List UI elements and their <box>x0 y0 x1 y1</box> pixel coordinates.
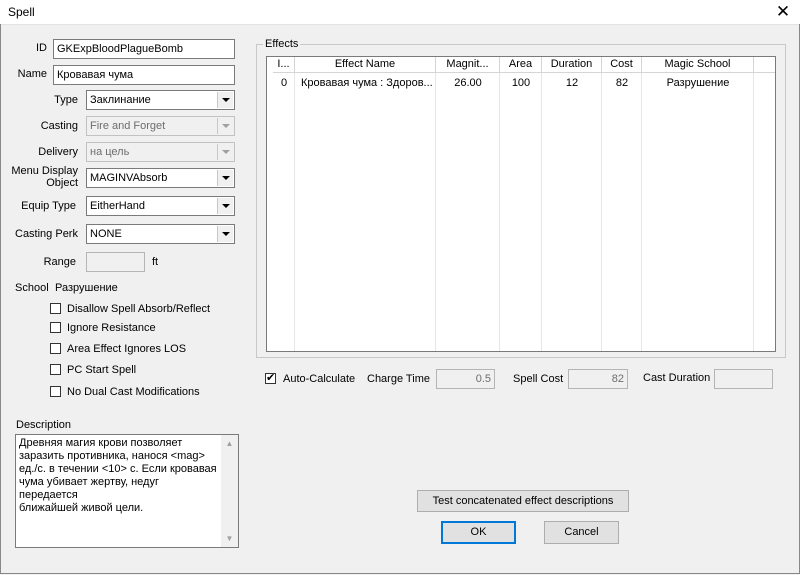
menu-display-label: Menu Display Object <box>11 165 78 189</box>
chevron-down-icon[interactable] <box>217 92 233 108</box>
equip-type-select[interactable]: EitherHand <box>86 196 235 216</box>
column-divider <box>753 73 754 351</box>
cell-cost: 82 <box>615 77 629 89</box>
range-unit: ft <box>152 256 159 268</box>
charge-time-field[interactable]: 0.5 <box>436 369 495 389</box>
ok-button[interactable]: OK <box>441 521 516 544</box>
test-descriptions-button[interactable]: Test concatenated effect descriptions <box>417 490 629 512</box>
column-header-cost[interactable]: Cost <box>602 57 642 73</box>
title-bar <box>0 0 800 25</box>
no-dual-cast-checkbox[interactable] <box>50 386 61 397</box>
cast-duration-label: Cast Duration <box>643 372 711 384</box>
delivery-select-value: на цель <box>90 146 130 158</box>
id-field[interactable]: GKExpBloodPlagueBomb <box>53 39 235 59</box>
chevron-down-icon[interactable] <box>217 118 233 134</box>
pc-start-spell-checkbox[interactable] <box>50 364 61 375</box>
column-header-magic-school[interactable]: Magic School <box>642 57 754 73</box>
disallow-absorb-label: Disallow Spell Absorb/Reflect <box>67 303 211 315</box>
no-dual-cast-label: No Dual Cast Modifications <box>67 386 200 398</box>
column-divider <box>294 73 295 351</box>
description-textarea[interactable]: Древняя магия крови позволяет заразить п… <box>15 434 239 548</box>
type-label: Type <box>54 94 78 106</box>
casting-perk-select[interactable]: NONE <box>86 224 235 244</box>
effects-list[interactable]: I... Effect Name Magnit... Area Duration… <box>266 56 776 352</box>
school-value: Разрушение <box>55 282 118 294</box>
description-text: Древняя магия крови позволяет заразить п… <box>19 437 217 514</box>
description-scrollbar[interactable]: ▲ ▼ <box>221 435 238 547</box>
scroll-up-icon[interactable]: ▲ <box>221 435 238 452</box>
disallow-absorb-checkbox[interactable] <box>50 303 61 314</box>
column-header-magnitude[interactable]: Magnit... <box>436 57 500 73</box>
spell-cost-label: Spell Cost <box>513 373 564 385</box>
type-select[interactable]: Заклинание <box>86 90 235 110</box>
window-title: Spell <box>8 5 35 19</box>
chevron-down-icon[interactable] <box>217 226 233 242</box>
menu-display-select[interactable]: MAGINVAbsorb <box>86 168 235 188</box>
casting-perk-select-value: NONE <box>90 228 122 240</box>
column-divider <box>641 73 642 351</box>
auto-calculate-label: Auto-Calculate <box>283 373 356 385</box>
menu-display-select-value: MAGINVAbsorb <box>90 172 168 184</box>
effects-group-title: Effects <box>263 38 301 50</box>
range-field[interactable] <box>86 252 145 272</box>
range-label: Range <box>43 256 76 268</box>
type-select-value: Заклинание <box>90 94 151 106</box>
chevron-down-icon[interactable] <box>217 144 233 160</box>
casting-select[interactable]: Fire and Forget <box>86 116 235 136</box>
id-label: ID <box>36 42 47 54</box>
cast-duration-field[interactable] <box>714 369 773 389</box>
cell-magic-school: Разрушение <box>666 77 730 89</box>
delivery-select[interactable]: на цель <box>86 142 235 162</box>
cell-area: 100 <box>511 77 531 89</box>
description-label: Description <box>16 419 72 431</box>
cell-effect-name: Кровавая чума : Здоров... <box>301 77 433 89</box>
cell-duration: 12 <box>565 77 579 89</box>
column-header-index[interactable]: I... <box>273 57 295 73</box>
area-ignores-los-label: Area Effect Ignores LOS <box>67 343 187 355</box>
pc-start-spell-label: PC Start Spell <box>67 364 137 376</box>
casting-label: Casting <box>40 120 78 132</box>
casting-select-value: Fire and Forget <box>90 120 166 132</box>
column-divider <box>499 73 500 351</box>
chevron-down-icon[interactable] <box>217 198 233 214</box>
charge-time-label: Charge Time <box>367 373 430 385</box>
ignore-resistance-label: Ignore Resistance <box>67 322 156 334</box>
area-ignores-los-checkbox[interactable] <box>50 343 61 354</box>
delivery-label: Delivery <box>38 146 78 158</box>
auto-calculate-checkbox[interactable] <box>265 371 276 384</box>
name-label: Name <box>17 68 47 80</box>
cell-magnitude: 26.00 <box>454 77 482 89</box>
equip-type-select-value: EitherHand <box>90 200 146 212</box>
equip-type-label: Equip Type <box>21 200 76 212</box>
column-header-duration[interactable]: Duration <box>542 57 602 73</box>
column-header-effect-name[interactable]: Effect Name <box>295 57 436 73</box>
close-icon[interactable]: ✕ <box>770 1 796 23</box>
casting-perk-label: Casting Perk <box>15 228 78 240</box>
ignore-resistance-checkbox[interactable] <box>50 322 61 333</box>
table-row[interactable]: 0 Кровавая чума : Здоров... 26.00 100 12… <box>267 75 775 91</box>
column-header-filler <box>754 57 775 73</box>
column-header-area[interactable]: Area <box>500 57 542 73</box>
school-label: School <box>15 282 49 294</box>
name-field[interactable]: Кровавая чума <box>53 65 235 85</box>
spell-cost-field[interactable]: 82 <box>568 369 628 389</box>
chevron-down-icon[interactable] <box>217 170 233 186</box>
column-divider <box>435 73 436 351</box>
cell-index: 0 <box>280 77 288 89</box>
scroll-down-icon[interactable]: ▼ <box>221 530 238 547</box>
column-divider <box>601 73 602 351</box>
cancel-button[interactable]: Cancel <box>544 521 619 544</box>
column-divider <box>541 73 542 351</box>
